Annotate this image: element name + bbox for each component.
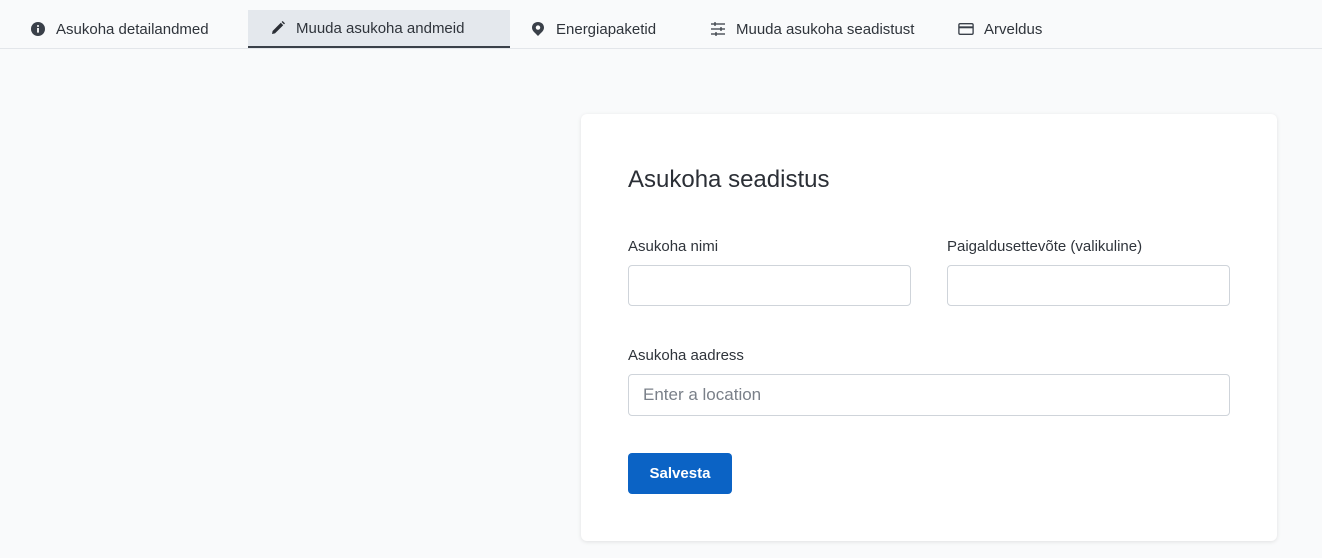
- tab-billing[interactable]: Arveldus: [940, 10, 1090, 48]
- tab-label: Arveldus: [984, 20, 1043, 38]
- location-pin-icon: [530, 21, 546, 37]
- location-name-label: Asukoha nimi: [628, 238, 719, 255]
- address-label: Asukoha aadress: [628, 347, 744, 364]
- tab-label: Asukoha detailandmed: [56, 20, 209, 38]
- info-circle-icon: [30, 21, 46, 37]
- installer-label: Paigaldusettevõte (valikuline): [947, 238, 1143, 255]
- tab-location-details[interactable]: Asukoha detailandmed: [0, 10, 248, 48]
- address-input[interactable]: [628, 374, 1230, 416]
- pencil-icon: [270, 20, 286, 36]
- sliders-icon: [710, 21, 726, 37]
- tab-edit-location[interactable]: Muuda asukoha andmeid: [248, 10, 510, 48]
- save-button[interactable]: Salvesta: [628, 453, 732, 494]
- credit-card-icon: [958, 21, 974, 37]
- card-title: Asukoha seadistus: [628, 166, 830, 193]
- tab-label: Energiapaketid: [556, 20, 657, 38]
- tab-bar: Asukoha detailandmed Muuda asukoha andme…: [0, 10, 1322, 49]
- location-name-input[interactable]: [628, 265, 911, 306]
- tab-energy-packages[interactable]: Energiapaketid: [510, 10, 686, 48]
- tab-label: Muuda asukoha seadistust: [736, 20, 915, 38]
- location-settings-card: Asukoha seadistus Asukoha nimi Paigaldus…: [581, 114, 1277, 541]
- tab-label: Muuda asukoha andmeid: [296, 19, 465, 37]
- tab-edit-location-settings[interactable]: Muuda asukoha seadistust: [686, 10, 940, 48]
- installer-input[interactable]: [947, 265, 1230, 306]
